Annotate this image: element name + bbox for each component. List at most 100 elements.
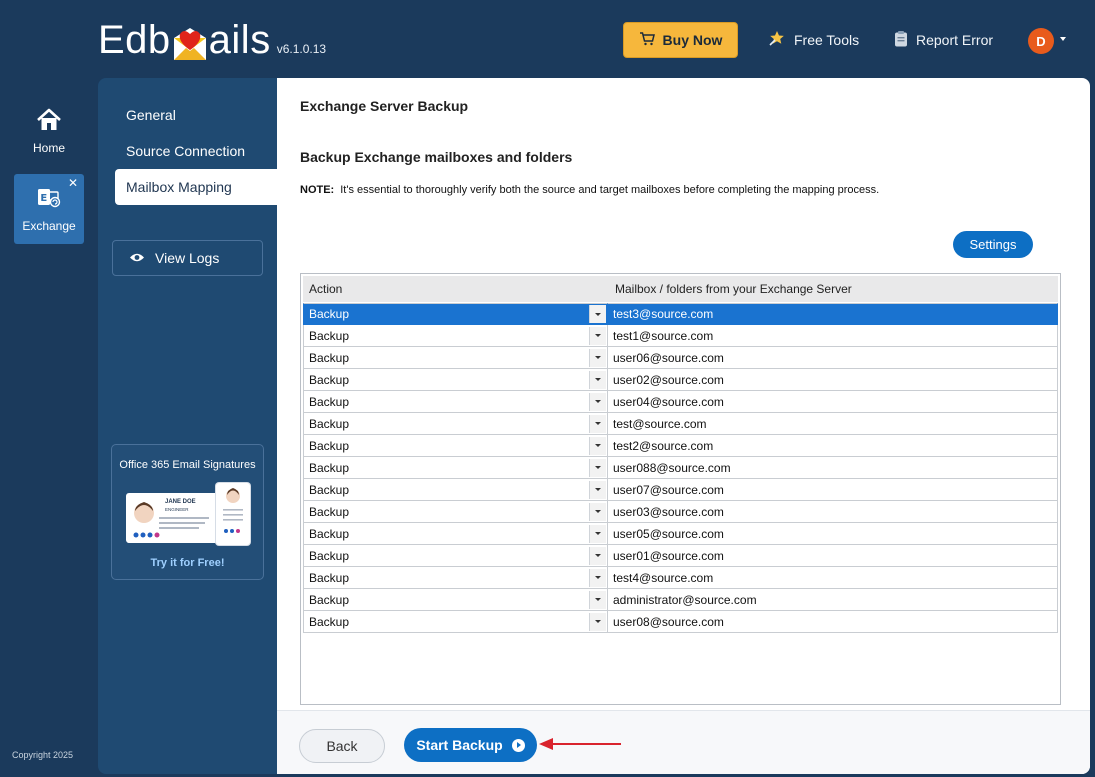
mailbox-cell[interactable]: user02@source.com bbox=[608, 369, 1058, 391]
action-select[interactable]: Backup bbox=[303, 325, 608, 347]
table-row[interactable]: Backup user088@source.com bbox=[303, 457, 1058, 479]
chevron-down-icon[interactable] bbox=[589, 370, 606, 389]
action-select[interactable]: Backup bbox=[303, 347, 608, 369]
close-icon[interactable]: ✕ bbox=[68, 177, 78, 189]
view-logs-button[interactable]: View Logs bbox=[112, 240, 263, 276]
chevron-down-icon[interactable] bbox=[589, 524, 606, 543]
mailbox-cell[interactable]: user08@source.com bbox=[608, 611, 1058, 633]
envelope-logo-icon bbox=[172, 24, 208, 64]
eye-icon bbox=[129, 250, 145, 266]
start-backup-button[interactable]: Start Backup bbox=[404, 728, 537, 762]
settings-button[interactable]: Settings bbox=[953, 231, 1033, 258]
action-select[interactable]: Backup bbox=[303, 457, 608, 479]
action-select[interactable]: Backup bbox=[303, 479, 608, 501]
mailbox-cell[interactable]: test4@source.com bbox=[608, 567, 1058, 589]
chevron-down-icon[interactable] bbox=[589, 348, 606, 367]
chevron-down-icon[interactable] bbox=[589, 480, 606, 499]
mailbox-cell[interactable]: user07@source.com bbox=[608, 479, 1058, 501]
action-select[interactable]: Backup bbox=[303, 545, 608, 567]
main-content: Exchange Server Backup Backup Exchange m… bbox=[277, 78, 1090, 774]
table-row[interactable]: Backup user03@source.com bbox=[303, 501, 1058, 523]
mailbox-cell[interactable]: user088@source.com bbox=[608, 457, 1058, 479]
table-row[interactable]: Backup user04@source.com bbox=[303, 391, 1058, 413]
app-logo: Edb ails v6.1.0.13 bbox=[98, 16, 326, 64]
action-select[interactable]: Backup bbox=[303, 611, 608, 633]
arrow-right-circle-icon bbox=[511, 738, 525, 752]
nav-item-mailbox-mapping[interactable]: Mailbox Mapping bbox=[115, 169, 278, 205]
chevron-down-icon[interactable] bbox=[589, 502, 606, 521]
mailbox-cell[interactable]: test@source.com bbox=[608, 413, 1058, 435]
action-select[interactable]: Backup bbox=[303, 369, 608, 391]
report-error-label: Report Error bbox=[916, 32, 994, 48]
chevron-down-icon[interactable] bbox=[589, 436, 606, 455]
mailbox-cell[interactable]: user01@source.com bbox=[608, 545, 1058, 567]
chevron-down-icon[interactable] bbox=[589, 305, 606, 323]
table-row[interactable]: Backup administrator@source.com bbox=[303, 589, 1058, 611]
report-error-link[interactable]: Report Error bbox=[894, 30, 993, 50]
mailbox-cell[interactable]: test1@source.com bbox=[608, 325, 1058, 347]
mailbox-cell[interactable]: test3@source.com bbox=[608, 303, 1058, 325]
back-button[interactable]: Back bbox=[299, 729, 385, 763]
note-body: It's essential to thoroughly verify both… bbox=[340, 184, 880, 196]
action-value: Backup bbox=[309, 482, 350, 497]
copyright-text: Copyright 2025 bbox=[12, 750, 74, 760]
action-select[interactable]: Backup bbox=[303, 413, 608, 435]
table-row[interactable]: Backup test@source.com bbox=[303, 413, 1058, 435]
action-value: Backup bbox=[309, 372, 350, 387]
mailbox-cell[interactable]: user06@source.com bbox=[608, 347, 1058, 369]
chevron-down-icon[interactable] bbox=[589, 612, 606, 631]
action-select[interactable]: Backup bbox=[303, 501, 608, 523]
table-row[interactable]: Backup test1@source.com bbox=[303, 325, 1058, 347]
chevron-down-icon[interactable] bbox=[589, 546, 606, 565]
action-value: Backup bbox=[309, 504, 350, 519]
table-row[interactable]: Backup user08@source.com bbox=[303, 611, 1058, 633]
chevron-down-icon[interactable] bbox=[589, 458, 606, 477]
rail-home-button[interactable]: Home bbox=[14, 108, 84, 168]
mailbox-cell[interactable]: test2@source.com bbox=[608, 435, 1058, 457]
action-select[interactable]: Backup bbox=[303, 589, 608, 611]
table-row[interactable]: Backup user06@source.com bbox=[303, 347, 1058, 369]
table-row[interactable]: Backup user01@source.com bbox=[303, 545, 1058, 567]
action-select[interactable]: Backup bbox=[303, 523, 608, 545]
table-row[interactable]: Backup user02@source.com bbox=[303, 369, 1058, 391]
column-header-action[interactable]: Action bbox=[303, 276, 609, 302]
mailbox-cell[interactable]: user04@source.com bbox=[608, 391, 1058, 413]
start-backup-label: Start Backup bbox=[416, 737, 503, 753]
table-row[interactable]: Backup user07@source.com bbox=[303, 479, 1058, 501]
free-tools-link[interactable]: Free Tools bbox=[768, 30, 859, 49]
promo-try-free-link[interactable]: Try it for Free! bbox=[112, 557, 263, 569]
svg-text:E: E bbox=[40, 193, 47, 204]
mailbox-cell[interactable]: user03@source.com bbox=[608, 501, 1058, 523]
chevron-down-icon[interactable] bbox=[589, 568, 606, 587]
mailbox-cell[interactable]: administrator@source.com bbox=[608, 589, 1058, 611]
action-select[interactable]: Backup bbox=[303, 303, 608, 325]
chevron-down-icon[interactable] bbox=[589, 590, 606, 609]
email-signatures-promo[interactable]: Office 365 Email Signatures JANE DOE ENG… bbox=[111, 444, 264, 580]
chevron-down-icon[interactable] bbox=[589, 414, 606, 433]
table-row[interactable]: Backup test4@source.com bbox=[303, 567, 1058, 589]
action-select[interactable]: Backup bbox=[303, 567, 608, 589]
nav-item-source-connection[interactable]: Source Connection bbox=[115, 133, 278, 169]
mailbox-cell[interactable]: user05@source.com bbox=[608, 523, 1058, 545]
action-select[interactable]: Backup bbox=[303, 435, 608, 457]
footer-bar: Back Start Backup bbox=[277, 710, 1090, 774]
free-tools-label: Free Tools bbox=[794, 31, 860, 48]
action-value: Backup bbox=[309, 526, 350, 541]
action-value: Backup bbox=[309, 570, 350, 585]
rail-exchange-button[interactable]: ✕ E Exchange bbox=[14, 174, 84, 244]
table-row[interactable]: Backup test2@source.com bbox=[303, 435, 1058, 457]
chevron-down-icon[interactable] bbox=[589, 392, 606, 411]
column-header-mailbox[interactable]: Mailbox / folders from your Exchange Ser… bbox=[609, 276, 1058, 302]
buy-now-button[interactable]: Buy Now bbox=[623, 22, 738, 58]
action-select[interactable]: Backup bbox=[303, 391, 608, 413]
user-avatar[interactable]: D bbox=[1028, 28, 1054, 54]
annotation-arrow-icon bbox=[539, 738, 621, 750]
action-value: Backup bbox=[309, 548, 350, 563]
table-row[interactable]: Backup test3@source.com bbox=[303, 303, 1058, 325]
signature-card-preview: JANE DOE ENGINEER bbox=[126, 493, 218, 543]
table-row[interactable]: Backup user05@source.com bbox=[303, 523, 1058, 545]
rail-exchange-label: Exchange bbox=[22, 218, 76, 233]
chevron-down-icon[interactable] bbox=[589, 326, 606, 345]
nav-item-general[interactable]: General bbox=[115, 97, 278, 133]
chevron-down-icon[interactable] bbox=[1060, 37, 1066, 41]
